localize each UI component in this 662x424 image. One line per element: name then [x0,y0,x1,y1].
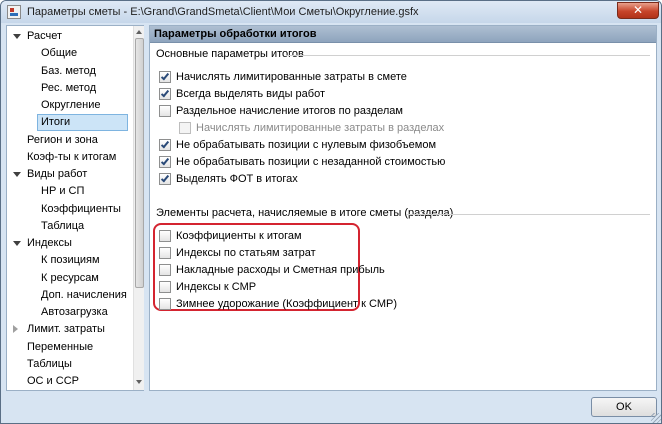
tree-item[interactable]: Лимит. затраты [27,321,105,338]
expanded-arrow-icon[interactable] [13,34,21,39]
group-basic-divider [286,55,650,56]
ok-button[interactable]: OK [591,397,657,417]
window-title: Параметры сметы - E:\Grand\GrandSmeta\Cl… [27,6,419,18]
group-elements-divider [406,214,650,215]
checkbox[interactable] [159,264,171,276]
expanded-arrow-icon[interactable] [13,241,21,246]
tree-item[interactable]: Регион и зона [27,132,98,149]
tree-item[interactable]: Общие [41,45,77,62]
checkbox[interactable] [159,247,171,259]
tree-item[interactable]: Рес. метод [41,80,96,97]
checkbox[interactable] [159,139,171,151]
scroll-thumb[interactable] [135,38,144,288]
checkbox[interactable] [159,281,171,293]
tree-item[interactable]: Коэффициенты [41,201,121,218]
collapsed-arrow-icon[interactable] [13,325,18,333]
checkbox[interactable] [159,230,171,242]
tree-item[interactable]: Переменные [27,339,93,356]
checkbox[interactable] [159,88,171,100]
checkmark-icon [160,71,170,81]
estimate-parameters-window: Параметры сметы - E:\Grand\GrandSmeta\Cl… [0,0,662,424]
checkbox-label: Начислять лимитированные затраты в разде… [196,122,445,134]
checkbox-label: Индексы по статьям затрат [176,247,316,259]
checkbox-label: Всегда выделять виды работ [176,88,326,100]
app-icon [7,5,21,19]
content-panel: Параметры обработки итогов Основные пара… [149,25,657,391]
checkbox[interactable] [159,71,171,83]
title-bar: Параметры сметы - E:\Grand\GrandSmeta\Cl… [1,1,661,23]
tree-item[interactable]: Таблица [41,218,84,235]
settings-tree[interactable]: Расчет Общие Баз. метод Рес. метод Округлени… [6,25,144,391]
resize-grip[interactable] [651,413,661,423]
checkbox-label: Выделять ФОТ в итогах [176,173,298,185]
tree-item[interactable]: К позициям [41,252,100,269]
checkbox [179,122,191,134]
checkbox-label: Зимнее удорожание (Коэффициент к СМР) [176,298,397,310]
tree-item[interactable]: Коэф-ты к итогам [27,149,116,166]
tree-item[interactable]: Баз. метод [41,63,96,80]
tree-item[interactable]: ОС и ССР [27,373,79,390]
tree-item[interactable]: Расчет [27,28,62,45]
checkbox[interactable] [159,173,171,185]
content-header: Параметры обработки итогов [150,26,656,43]
expanded-arrow-icon[interactable] [13,172,21,177]
tree-item[interactable]: НР и СП [41,183,84,200]
checkmark-icon [160,88,170,98]
checkbox-label: Начислять лимитированные затраты в смете [176,71,407,83]
tree-scrollbar[interactable] [133,26,144,390]
close-icon: ✕ [632,3,644,17]
tree-item[interactable]: Виды работ [27,166,87,183]
tree-item[interactable]: Округление [41,97,101,114]
scroll-down-icon[interactable] [136,380,142,384]
tree-item[interactable]: Автозагрузка [41,304,108,321]
tree-item[interactable]: Индексы [27,235,72,252]
group-basic-title: Основные параметры итогов [156,48,304,60]
checkbox-label: Раздельное начисление итогов по разделам [176,105,403,117]
checkbox[interactable] [159,298,171,310]
scroll-up-icon[interactable] [136,30,142,34]
content-header-title: Параметры обработки итогов [154,28,317,40]
checkbox[interactable] [159,105,171,117]
tree-item[interactable]: Доп. начисления [41,287,127,304]
checkmark-icon [160,139,170,149]
tree-item[interactable]: Итоги [37,114,128,131]
close-button[interactable]: ✕ [617,2,659,19]
checkbox-label: Накладные расходы и Сметная прибыль [176,264,385,276]
checkmark-icon [160,173,170,183]
tree-item[interactable]: К ресурсам [41,270,99,287]
checkbox-label: Коэффициенты к итогам [176,230,302,242]
checkbox-label: Не обрабатывать позиции с нулевым физобъ… [176,139,437,151]
group-elements-title: Элементы расчета, начисляемые в итоге см… [156,207,454,219]
checkbox-label: Индексы к СМР [176,281,257,293]
checkbox-label: Не обрабатывать позиции с незаданной сто… [176,156,446,168]
tree-item[interactable]: Таблицы [27,356,72,373]
checkbox[interactable] [159,156,171,168]
checkmark-icon [160,156,170,166]
